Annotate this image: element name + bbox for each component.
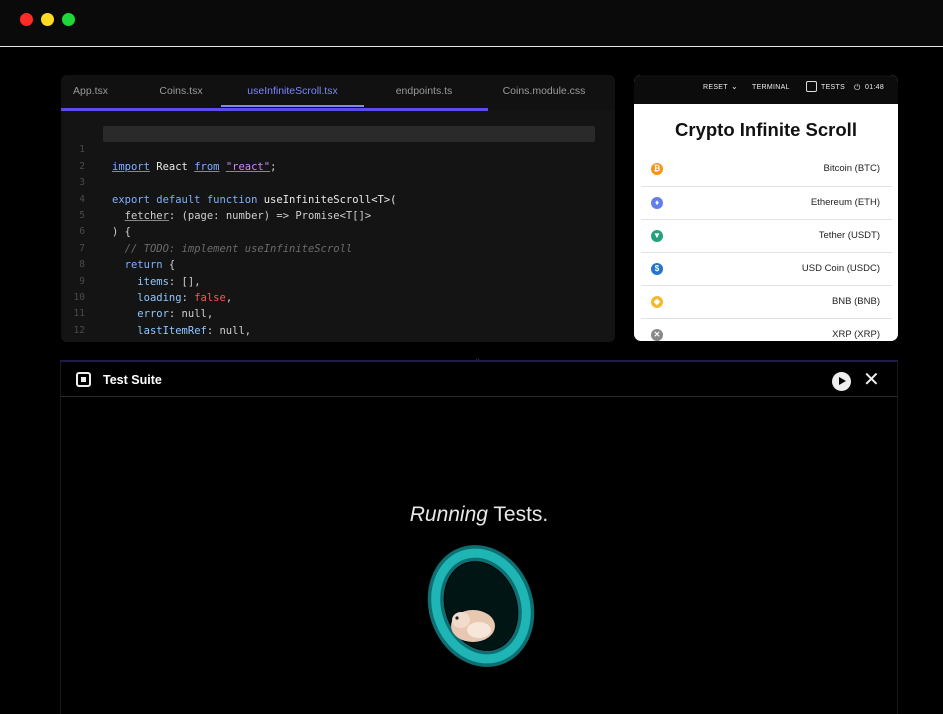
coin-name: Bitcoin (BTC) xyxy=(823,163,880,174)
coin-list-item[interactable]: ◆ BNB (BNB) xyxy=(641,285,892,318)
run-tests-button[interactable] xyxy=(832,372,851,391)
coin-name: Tether (USDT) xyxy=(818,230,880,241)
test-suite-panel: Test Suite ✕ Running Tests. xyxy=(60,360,898,714)
coin-list-item[interactable]: $ USD Coin (USDC) xyxy=(641,252,892,285)
minimize-window-button[interactable] xyxy=(41,13,54,26)
coin-logo-icon: ◆ xyxy=(651,296,663,308)
code-line: 5 ) { xyxy=(61,192,615,238)
code-line: 6 // TODO: implement useInfiniteScroll xyxy=(61,208,615,254)
coin-name: Ethereum (ETH) xyxy=(810,197,880,208)
app-preview: RESET ⌄ TERMINAL TESTS ⏻ 01:48 Crypto In… xyxy=(634,75,898,341)
preview-toolbar: RESET ⌄ TERMINAL TESTS ⏻ 01:48 xyxy=(634,75,898,104)
coin-list-item[interactable]: ✕ XRP (XRP) xyxy=(641,318,892,341)
test-suite-header: Test Suite ✕ xyxy=(61,362,897,397)
code-line: 8 items: [], xyxy=(61,241,615,287)
tab-endpoints-ts[interactable]: endpoints.ts xyxy=(364,75,484,110)
chip-icon xyxy=(806,81,817,92)
maximize-window-button[interactable] xyxy=(62,13,75,26)
close-icon[interactable]: ✕ xyxy=(863,368,880,392)
tab-coins-tsx[interactable]: Coins.tsx xyxy=(141,75,221,110)
coin-logo-icon: ₿ xyxy=(651,163,663,175)
coin-list[interactable]: ₿ Bitcoin (BTC) ♦ Ethereum (ETH) ▼ Tether (US… xyxy=(641,153,892,341)
code-line: 9 loading: false, xyxy=(61,257,615,304)
running-status: Running Tests. xyxy=(61,503,897,527)
coin-name: BNB (BNB) xyxy=(831,296,880,307)
chevron-down-icon[interactable]: ⌄ xyxy=(731,82,738,91)
coin-name: XRP (XRP) xyxy=(832,329,880,340)
coin-logo-icon: ✕ xyxy=(651,329,663,341)
coin-logo-icon: ♦ xyxy=(651,197,663,209)
test-suite-title: Test Suite xyxy=(103,373,162,387)
timer-value: 01:48 xyxy=(865,84,885,91)
terminal-button[interactable]: TERMINAL xyxy=(752,84,790,91)
code-line: 1 import React from "react"; xyxy=(61,126,615,173)
code-editor: App.tsx Coins.tsx useInfiniteScroll.tsx … xyxy=(61,75,615,342)
code-line: 3 export default function useInfiniteScr… xyxy=(61,159,615,205)
code-line: 2 xyxy=(61,142,615,172)
coin-list-item[interactable]: ▼ Tether (USDT) xyxy=(641,219,892,252)
chip-icon xyxy=(76,372,91,387)
preview-title: Crypto Infinite Scroll xyxy=(675,119,857,140)
tests-button[interactable]: TESTS xyxy=(821,84,845,91)
active-tab-indicator xyxy=(221,105,364,107)
coin-name: USD Coin (USDC) xyxy=(801,263,880,274)
line-number: 13 xyxy=(71,339,85,342)
coin-list-item[interactable]: ₿ Bitcoin (BTC) xyxy=(641,153,892,186)
hamster-wheel-icon xyxy=(427,545,535,667)
running-italic: Running xyxy=(409,503,488,526)
running-text: Tests. xyxy=(487,503,549,526)
code-line: 12 }; xyxy=(61,306,615,342)
code-token: }; xyxy=(125,341,138,342)
code-line: 10 error: null, xyxy=(61,274,615,320)
code-line: 11 lastItemRef: null, xyxy=(61,290,615,336)
close-window-button[interactable] xyxy=(20,13,33,26)
window-titlebar xyxy=(0,0,943,47)
code-line: 4 fetcher: (page: number) => Promise<T[]… xyxy=(61,175,615,222)
code-line: 13 } xyxy=(61,323,615,342)
tab-app-tsx[interactable]: App.tsx xyxy=(61,75,141,110)
coin-list-item[interactable]: ♦ Ethereum (ETH) xyxy=(641,186,892,219)
editor-tabs: App.tsx Coins.tsx useInfiniteScroll.tsx … xyxy=(61,75,615,111)
code-area[interactable]: 1 import React from "react"; 2 3 export … xyxy=(61,110,615,342)
code-line: 7 return { xyxy=(61,224,615,271)
coin-logo-icon: ▼ xyxy=(651,230,663,242)
coin-logo-icon: $ xyxy=(651,263,663,275)
tab-coins-module-css[interactable]: Coins.module.css xyxy=(484,75,604,110)
reset-button[interactable]: RESET xyxy=(703,84,728,91)
timer-icon: ⏻ xyxy=(854,83,861,92)
